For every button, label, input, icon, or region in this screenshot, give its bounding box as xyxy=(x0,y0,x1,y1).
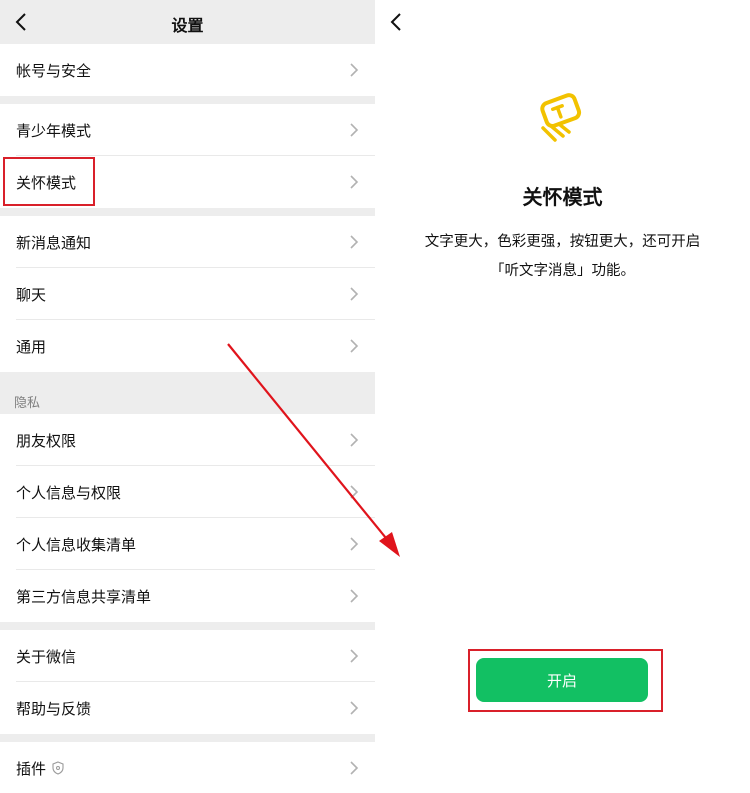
settings-item-label: 聊天 xyxy=(16,285,47,304)
settings-item-plugins[interactable]: 插件 xyxy=(0,742,375,793)
chevron-right-icon xyxy=(350,537,359,551)
settings-item-label: 新消息通知 xyxy=(16,233,92,252)
settings-item-label: 帮助与反馈 xyxy=(16,699,92,718)
settings-item-personal-info-collection[interactable]: 个人信息收集清单 xyxy=(0,518,375,570)
description-line: 文字更大，色彩更强，按钮更大，还可开启 xyxy=(424,234,701,250)
settings-item-label: 通用 xyxy=(16,337,47,356)
settings-group-about: 关于微信 帮助与反馈 xyxy=(0,630,375,734)
settings-group-plugins: 插件 xyxy=(0,742,375,793)
chevron-right-icon xyxy=(350,123,359,137)
settings-item-label: 朋友权限 xyxy=(16,431,77,450)
section-gap xyxy=(0,96,375,104)
chevron-right-icon xyxy=(350,339,359,353)
chevron-right-icon xyxy=(350,433,359,447)
chevron-right-icon xyxy=(350,235,359,249)
back-chevron-icon[interactable] xyxy=(387,10,407,34)
chevron-right-icon xyxy=(350,761,359,775)
settings-item-teen-mode[interactable]: 青少年模式 xyxy=(0,104,375,156)
chevron-right-icon xyxy=(350,485,359,499)
settings-group-privacy: 朋友权限 个人信息与权限 个人信息收集清单 第三方信息共享清单 xyxy=(0,414,375,622)
settings-nav-bar: 设置 xyxy=(0,0,375,44)
settings-item-label: 个人信息收集清单 xyxy=(16,535,137,554)
settings-item-notifications[interactable]: 新消息通知 xyxy=(0,216,375,268)
privacy-section-label: 隐私 xyxy=(0,372,375,414)
settings-item-friend-permissions[interactable]: 朋友权限 xyxy=(0,414,375,466)
care-mode-screen: 关怀模式 文字更大，色彩更强，按钮更大，还可开启 「听文字消息」功能。 开启 xyxy=(375,0,750,793)
chevron-right-icon xyxy=(350,175,359,189)
care-mode-icon xyxy=(540,93,582,142)
care-mode-description: 文字更大，色彩更强，按钮更大，还可开启 「听文字消息」功能。 xyxy=(401,228,724,286)
settings-item-label: 青少年模式 xyxy=(16,121,92,140)
settings-item-label: 插件 xyxy=(16,759,47,778)
shield-icon xyxy=(52,761,64,775)
settings-item-label: 关于微信 xyxy=(16,647,77,666)
chevron-right-icon xyxy=(350,701,359,715)
page-title: 设置 xyxy=(171,16,204,35)
care-mode-highlight-box xyxy=(3,157,95,206)
settings-item-help-feedback[interactable]: 帮助与反馈 xyxy=(0,682,375,734)
care-mode-title: 关怀模式 xyxy=(522,185,603,209)
enable-care-mode-button[interactable]: 开启 xyxy=(476,658,648,702)
chevron-right-icon xyxy=(350,287,359,301)
settings-item-about-wechat[interactable]: 关于微信 xyxy=(0,630,375,682)
section-gap xyxy=(0,622,375,630)
settings-item-third-party-sharing[interactable]: 第三方信息共享清单 xyxy=(0,570,375,622)
settings-item-personal-info-permissions[interactable]: 个人信息与权限 xyxy=(0,466,375,518)
section-gap xyxy=(0,208,375,216)
section-gap xyxy=(0,734,375,742)
chevron-right-icon xyxy=(350,63,359,77)
settings-item-label: 帐号与安全 xyxy=(16,61,92,80)
settings-item-label: 第三方信息共享清单 xyxy=(16,587,152,606)
description-line: 「听文字消息」功能。 xyxy=(490,263,635,279)
chevron-right-icon xyxy=(350,649,359,663)
chevron-right-icon xyxy=(350,589,359,603)
settings-item-account-security[interactable]: 帐号与安全 xyxy=(0,44,375,96)
settings-screen: 设置 帐号与安全 青少年模式 关怀模式 新消息通知 聊天 通用 隐私 朋友权限 … xyxy=(0,0,375,793)
settings-item-chat[interactable]: 聊天 xyxy=(0,268,375,320)
settings-group-account: 帐号与安全 xyxy=(0,44,375,96)
settings-item-label: 个人信息与权限 xyxy=(16,483,122,502)
settings-item-general[interactable]: 通用 xyxy=(0,320,375,372)
settings-group-general: 新消息通知 聊天 通用 xyxy=(0,216,375,372)
